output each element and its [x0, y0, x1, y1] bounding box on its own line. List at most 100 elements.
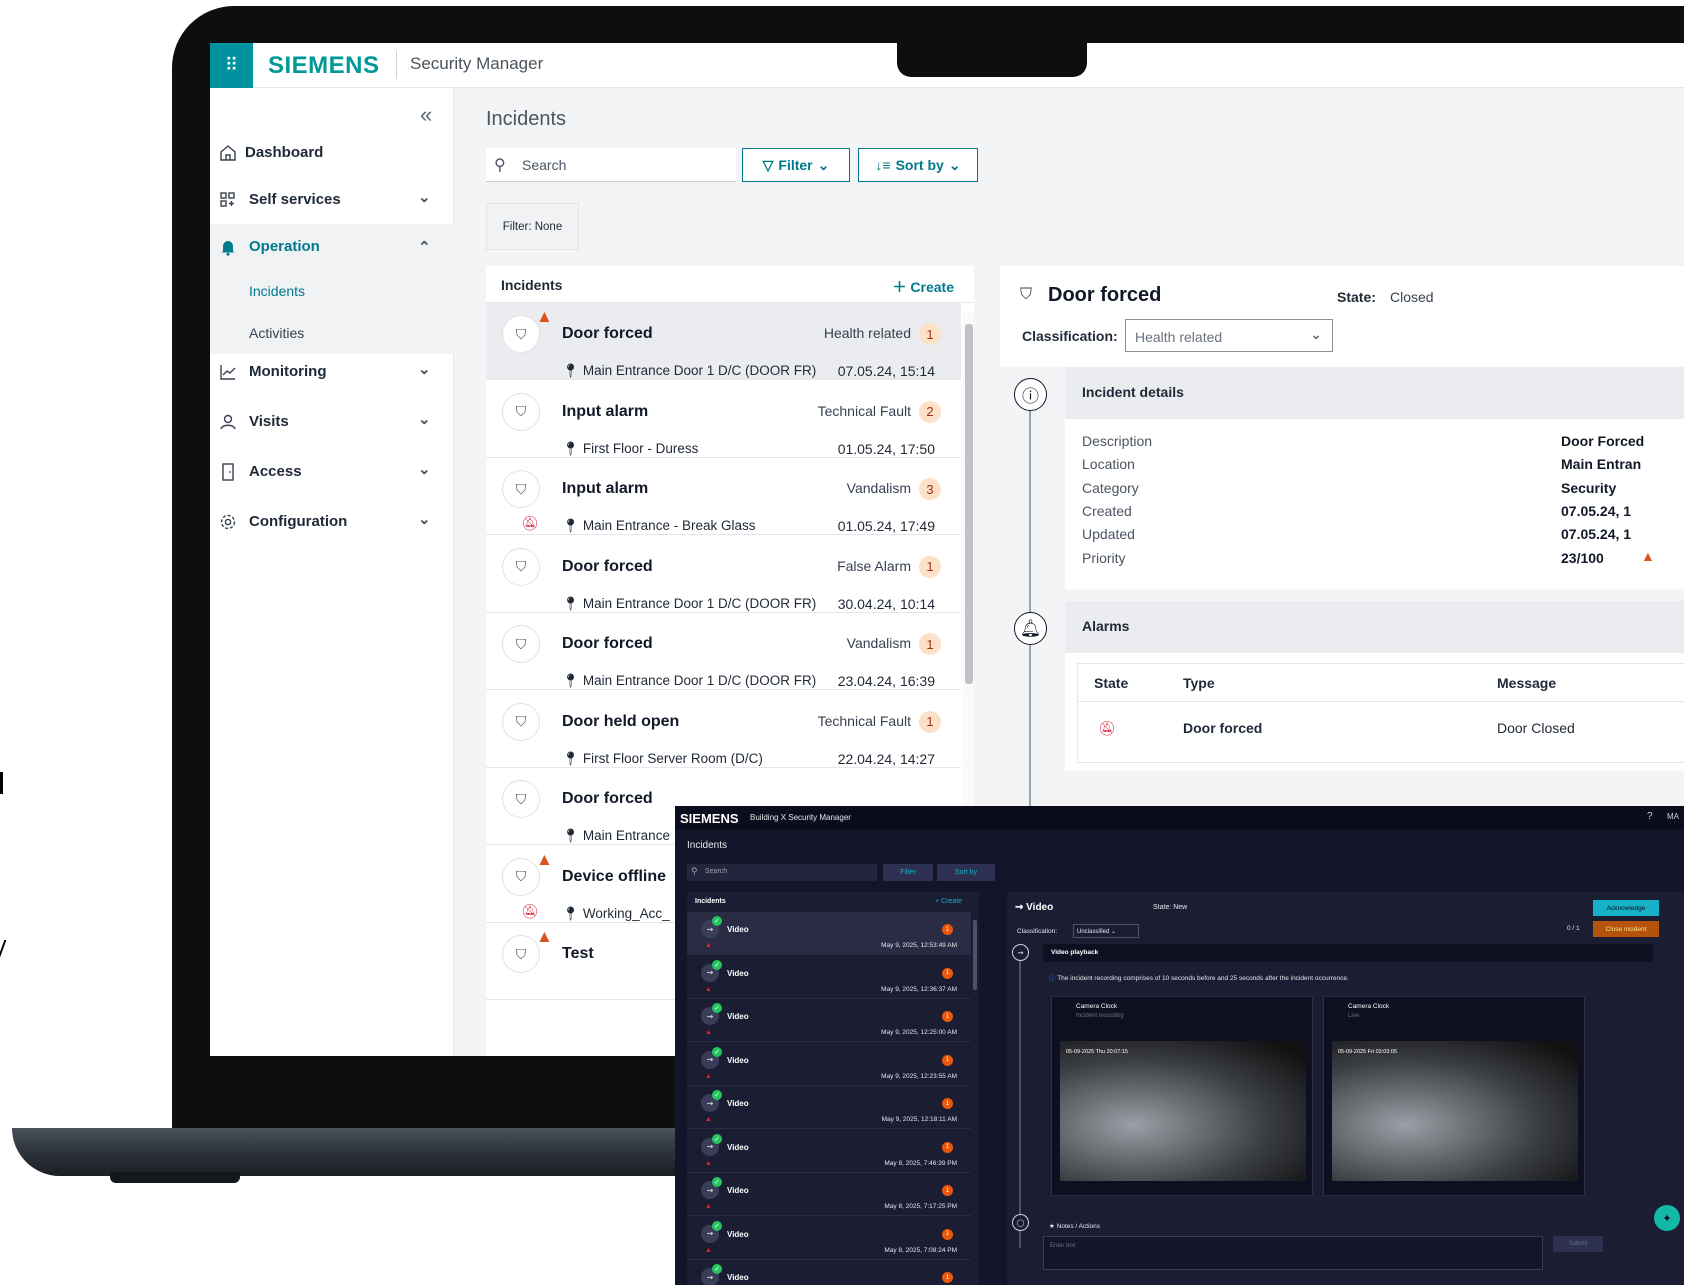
sidebar-item-self-services[interactable]: Self services ⌄ [210, 177, 454, 223]
count-badge: 1 [942, 1141, 953, 1153]
info-icon: ⓘ [1014, 378, 1047, 411]
search-icon: ⚲ [494, 157, 506, 174]
incident-name: Input alarm [562, 402, 649, 420]
notes-input[interactable]: Enter text [1043, 1236, 1543, 1270]
services-icon [220, 192, 235, 207]
card-title: Incident details [1082, 384, 1184, 400]
list-item[interactable]: ⛉ 🔕︎ Input alarm Vandalism 3 📍︎ Main Entrance… [486, 458, 961, 535]
sidebar-item-monitoring[interactable]: Monitoring ⌄ [210, 349, 454, 395]
list-item[interactable]: ⇝ ✓ ▲ Video 1 May 9, 2025, 12:53:49 AM [687, 912, 971, 955]
detail-key: Category [1082, 479, 1139, 496]
card-header[interactable]: Alarms [1065, 601, 1684, 653]
list-item[interactable]: ⛉ Door forced Vandalism 1 📍︎ Main Entrance D… [486, 613, 961, 690]
help-icon[interactable]: ? [1647, 811, 1653, 822]
list-item[interactable]: ⛉ Input alarm Technical Fault 2 📍︎ First Flo… [486, 380, 961, 458]
chevron-down-icon: ⌄ [418, 511, 431, 528]
incident-name: Door forced [562, 790, 653, 807]
sidebar-item-label: Monitoring [249, 363, 327, 380]
sort-label: Sort by [954, 869, 978, 876]
sidebar-item-access[interactable]: Access ⌄ [210, 449, 454, 495]
sidebar-item-visits[interactable]: Visits ⌄ [210, 399, 454, 445]
filter-chip[interactable]: Filter: None [486, 203, 579, 250]
create-button[interactable]: + Create [935, 898, 962, 905]
laptop-foot [110, 1172, 240, 1183]
brand-logo: SIEMENS [268, 52, 380, 79]
sidebar-subitem-activities[interactable]: Activities [210, 312, 454, 354]
list-scrollbar[interactable] [973, 920, 977, 990]
detail-value: 07.05.24, 1 [1561, 502, 1632, 519]
list-item[interactable]: ⇝ ✓ ▲ Video 1 May 9, 2025, 12:18:11 AM [687, 1086, 971, 1129]
shield-icon: ⛉ [502, 470, 540, 508]
check-icon: ✓ [712, 1177, 722, 1187]
detail-value: 07.05.24, 1 [1561, 526, 1632, 543]
scroll-thumb[interactable] [965, 324, 973, 684]
list-item[interactable]: ⇝ ✓ ▲ Video 1 May 9, 2025, 12:25:00 AM [687, 999, 971, 1042]
sort-button[interactable]: Sort by [937, 864, 995, 881]
sidebar-item-label: Visits [249, 413, 289, 430]
incident-location: 📍︎ Main Entrance Door 1 D/C (DOOR FR) [562, 596, 816, 612]
classification-select[interactable]: Health related ⌄ [1125, 319, 1333, 352]
avatar[interactable]: MA [1667, 812, 1679, 821]
list-item[interactable]: ⛉ Door forced False Alarm 1 📍︎ Main Entrance… [486, 535, 961, 613]
sidebar-item-operation[interactable]: Operation ⌃ [210, 224, 454, 270]
acknowledge-button[interactable]: Acknowledge [1593, 900, 1659, 916]
title-text: Video [1026, 902, 1054, 913]
shield-icon: ⛉ [502, 315, 540, 353]
count-badge: 1 [942, 967, 953, 979]
camera-feed[interactable]: 05-09-2025 Fri 03:03:05 [1332, 1041, 1578, 1181]
close-incident-button[interactable]: Close incident [1593, 921, 1659, 937]
create-button[interactable]: ＋ Create [893, 277, 954, 297]
info-message: The incident recording comprises of 10 s… [1057, 975, 1349, 982]
sidebar-item-label: Activities [249, 325, 305, 341]
alarm-bell-off-icon: 🔕︎ [521, 515, 539, 531]
list-item[interactable]: ⛉ Door held open Technical Fault 1 📍︎ First … [486, 690, 961, 768]
incident-date: 30.04.24, 10:14 [837, 595, 935, 612]
collapse-sidebar-icon[interactable]: « [420, 102, 432, 128]
card-header[interactable]: Incident details [1065, 367, 1684, 419]
classification-select[interactable]: Unclassified ⌄ [1073, 924, 1139, 938]
incident-date: May 9, 2025, 12:25:00 AM [881, 1029, 957, 1036]
count-badge: 3 [919, 478, 941, 500]
shield-icon: ⛉ [502, 702, 540, 741]
sidebar-item-configuration[interactable]: Configuration ⌄ [210, 499, 454, 545]
filter-button[interactable]: ▽ Filter ⌄ [742, 148, 850, 182]
app-switcher-button[interactable]: ⠿ [210, 43, 253, 88]
info-icon: ⓘ [1049, 975, 1056, 982]
sidebar-subitem-incidents[interactable]: Incidents [210, 270, 454, 312]
search-input[interactable]: ⚲ Search [687, 864, 877, 881]
state-label: State: [1337, 289, 1376, 305]
top-bar: SIEMENS Building X Security Manager ? MA [675, 806, 1684, 830]
location-pin-icon: 📍︎ [562, 518, 580, 533]
camera-tile[interactable]: Camera Clock Live 05-09-2025 Fri 03:03:0… [1323, 996, 1585, 1196]
list-item[interactable]: ⇝✓▲Video1 [687, 1260, 971, 1285]
alarm-icon: ▲ [705, 1029, 712, 1036]
filter-button[interactable]: Filter [883, 864, 933, 881]
incident-name: Door forced [562, 557, 653, 575]
list-item[interactable]: ⇝ ✓ ▲ Video 1 May 8, 2025, 7:17:25 PM [687, 1173, 971, 1216]
list-item[interactable]: ⇝ ✓ ▲ Video 1 May 9, 2025, 12:23:55 AM [687, 1043, 971, 1086]
location-text: Main Entrance Door 1 D/C (DOOR FR) [582, 673, 817, 688]
camera-tile[interactable]: Camera Clock Incident recording 05-09-20… [1051, 996, 1313, 1196]
sidebar-item-label: Incidents [249, 283, 306, 299]
list-item[interactable]: ⇝ ✓ ▲ Video 1 May 9, 2025, 12:36:37 AM [687, 956, 971, 999]
incident-date: 01.05.24, 17:49 [837, 518, 935, 534]
video-playback-header[interactable]: Video playback [1043, 944, 1653, 962]
card-title: Alarms [1082, 618, 1130, 634]
sidebar-item-label: Configuration [249, 513, 348, 530]
list-item[interactable]: ⇝ ✓ ▲ Video 1 May 8, 2025, 7:08:24 PM [687, 1217, 971, 1260]
sort-button[interactable]: ↓≡ Sort by ⌄ [858, 148, 978, 182]
assistant-fab-button[interactable]: ✦ [1654, 1205, 1680, 1231]
alarms-card: Alarms State Type Message 🔕︎ Door forced… [1065, 601, 1684, 771]
sidebar-item-dashboard[interactable]: Dashboard [210, 130, 454, 176]
search-input[interactable]: ⚲ Search [486, 148, 736, 182]
incident-name: Device offline [562, 867, 667, 885]
comment-icon: ◯ [1012, 1214, 1029, 1231]
camera-feed[interactable]: 05-09-2025 Thu 20:07:15 [1060, 1041, 1306, 1181]
gear-icon [220, 514, 236, 530]
filter-icon: ▽ [762, 156, 774, 173]
list-item[interactable]: ⛉ ▲ Door forced Health related 1 📍︎ Main Entr… [486, 303, 961, 380]
notes-title: ★ Notes / Actions [1049, 1223, 1100, 1230]
list-item[interactable]: ⇝ ✓ ▲ Video 1 May 8, 2025, 7:46:39 PM [687, 1130, 971, 1173]
table-header: State Type Message [1078, 664, 1684, 702]
submit-button[interactable]: Submit [1553, 1236, 1603, 1252]
